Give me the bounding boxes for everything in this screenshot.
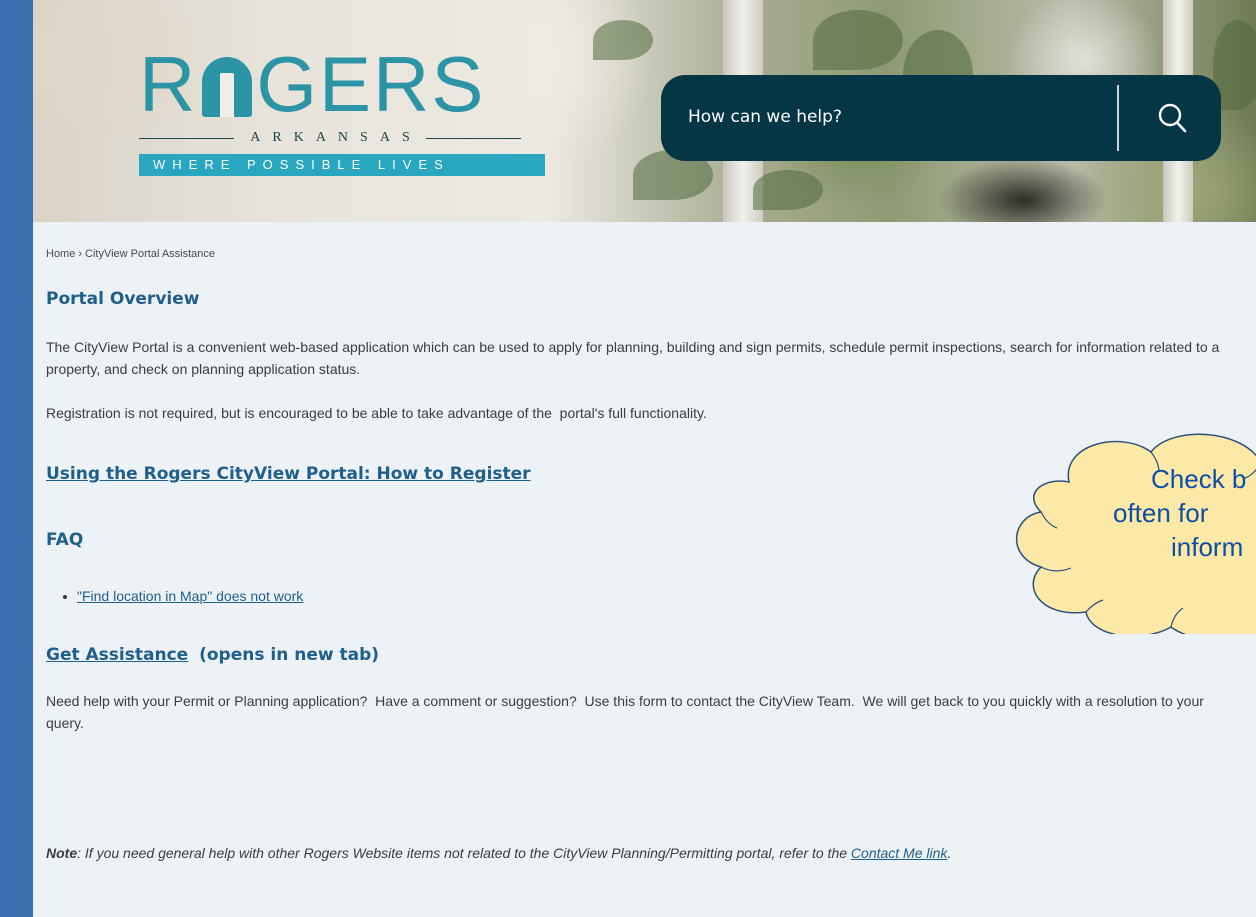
faq-list-item: "Find location in Map" does not work	[63, 588, 303, 604]
logo-letter: R	[139, 40, 199, 128]
contact-me-link[interactable]: Contact Me link	[851, 845, 947, 861]
background-foliage	[753, 170, 823, 210]
note-label: Note	[46, 845, 78, 861]
how-to-register-link[interactable]: Using the Rogers CityView Portal: How to…	[46, 464, 531, 484]
breadcrumb-separator: ›	[78, 248, 83, 260]
rogers-logo[interactable]: R GERS ARKANSAS WHERE POSSIBLE LIVES	[139, 44, 557, 176]
door-icon	[202, 57, 253, 117]
logo-rule	[139, 137, 235, 139]
note-text: : If you need general help with other Ro…	[77, 845, 851, 861]
hero-banner: R GERS ARKANSAS WHERE POSSIBLE LIVES How…	[33, 0, 1256, 222]
assistance-paragraph: Need help with your Permit or Planning a…	[46, 693, 1208, 731]
search-icon[interactable]	[1155, 101, 1189, 135]
logo-state-row: ARKANSAS	[139, 130, 521, 146]
callout-cloud: Check b often for inform	[1011, 422, 1256, 634]
portal-overview-heading: Portal Overview	[46, 289, 200, 309]
overview-paragraph: The CityView Portal is a convenient web-…	[46, 339, 1220, 377]
background-foliage	[593, 20, 653, 60]
breadcrumb: Home › CityView Portal Assistance	[46, 248, 215, 260]
note-paragraph: Note: If you need general help with othe…	[46, 842, 1246, 864]
logo-letters: GERS	[256, 40, 486, 128]
callout-line: often for	[1113, 498, 1209, 528]
background-foliage	[813, 10, 903, 70]
logo-tagline: WHERE POSSIBLE LIVES	[139, 154, 545, 176]
callout-line: inform	[1171, 532, 1244, 562]
new-tab-note: (opens in new tab)	[199, 645, 380, 665]
search-input[interactable]: How can we help?	[688, 107, 842, 127]
faq-heading: FAQ	[46, 530, 84, 550]
get-assistance-heading: Get Assistance (opens in new tab)	[46, 645, 379, 665]
search-divider	[1117, 85, 1119, 151]
logo-state: ARKANSAS	[250, 130, 422, 145]
logo-wordmark: R GERS	[139, 44, 557, 124]
faq-find-location-link[interactable]: "Find location in Map" does not work	[77, 588, 303, 604]
bullet-icon	[63, 595, 67, 600]
breadcrumb-current: CityView Portal Assistance	[85, 248, 216, 260]
callout-line: Check b	[1151, 464, 1247, 494]
search-bar[interactable]: How can we help?	[661, 75, 1221, 161]
note-end: .	[947, 845, 952, 861]
registration-paragraph: Registration is not required, but is enc…	[46, 405, 707, 421]
get-assistance-link[interactable]: Get Assistance	[46, 645, 188, 665]
breadcrumb-home[interactable]: Home	[46, 248, 75, 260]
logo-rule	[425, 137, 521, 139]
page-frame: R GERS ARKANSAS WHERE POSSIBLE LIVES How…	[33, 0, 1256, 917]
